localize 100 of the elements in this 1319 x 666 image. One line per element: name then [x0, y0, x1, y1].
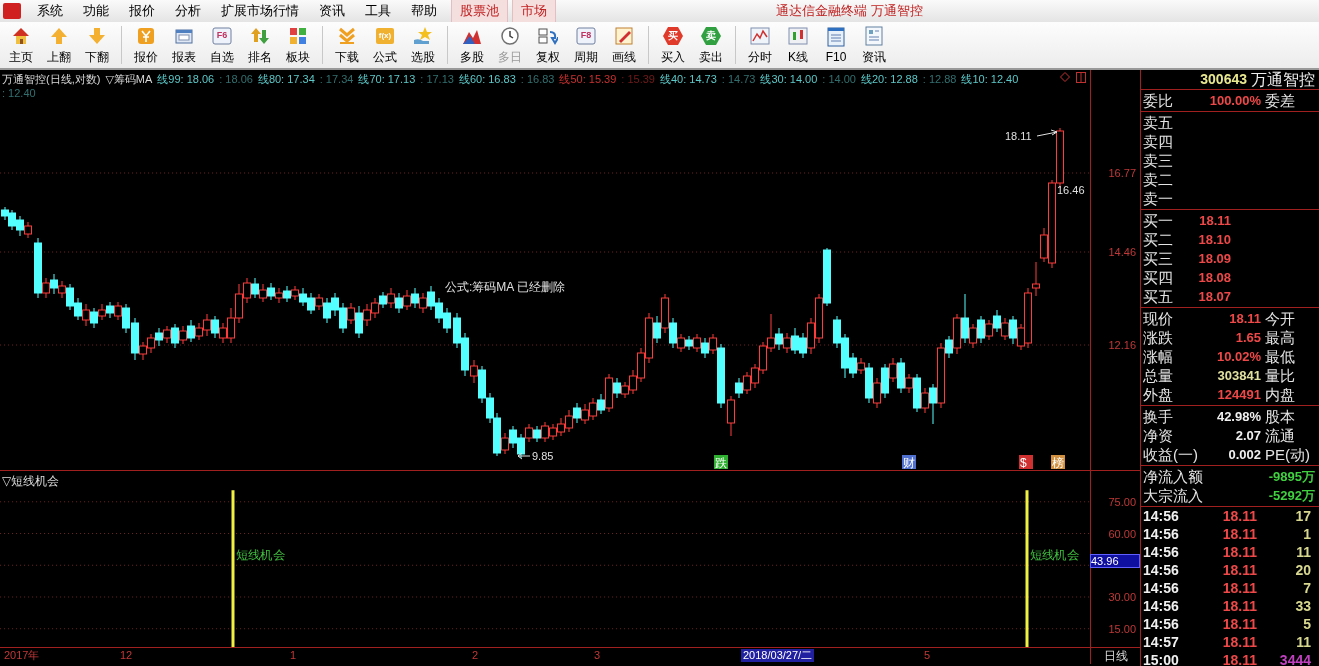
buy-icon: 买: [662, 24, 684, 47]
price-label: 16.46: [1057, 184, 1085, 196]
toolbar-button[interactable]: 下载: [328, 23, 366, 67]
ma-value: 线50: 15.39: [559, 72, 617, 86]
toolbar-button[interactable]: F10: [817, 23, 855, 67]
toolbar-button[interactable]: 报价: [127, 23, 165, 67]
date-label: 5: [923, 649, 932, 662]
window-title: 通达信金融终端 万通智控: [776, 2, 923, 20]
indicator-title[interactable]: ▽短线机会: [2, 473, 60, 490]
tick-time: 15:00: [1143, 651, 1180, 666]
bid-price: 18.10: [1197, 231, 1232, 249]
period-label[interactable]: 日线: [1090, 648, 1140, 664]
bid-label: 买二: [1143, 230, 1174, 249]
tick-price: 18.11: [1221, 507, 1257, 526]
indicator-name[interactable]: ▽筹码MA: [105, 72, 153, 86]
tick-price: 18.11: [1221, 597, 1257, 616]
toolbar-button[interactable]: 分时: [741, 23, 779, 67]
menu-item[interactable]: 工具: [355, 2, 401, 20]
menu-item[interactable]: 系统: [27, 2, 73, 20]
ma-value: : 15.39: [621, 72, 655, 86]
quote-label: 涨跌: [1143, 328, 1174, 347]
ma-value: : 14.73: [721, 72, 756, 86]
date-label: 3: [593, 649, 602, 662]
bid-price: 18.07: [1197, 288, 1232, 306]
stock-code: 300643: [1200, 70, 1247, 89]
ma-value: : 17.13: [420, 72, 454, 86]
key-icon: F6: [211, 24, 233, 47]
toolbar-button[interactable]: 资讯: [855, 23, 893, 67]
news-icon: [863, 24, 885, 47]
axis-label: 12.16: [1108, 339, 1136, 351]
toolbar-button[interactable]: F8 周期: [567, 23, 605, 67]
sell-icon: 卖: [700, 24, 722, 47]
quote-value: 42.98%: [1215, 408, 1262, 426]
axis-label: 15.00: [1108, 623, 1136, 635]
clock-icon: [499, 24, 521, 47]
toolbar-button[interactable]: 报表: [165, 23, 203, 67]
menu-item[interactable]: 帮助: [401, 2, 447, 20]
quote-value: 303841: [1216, 367, 1262, 385]
toolbar-button[interactable]: 卖 卖出: [692, 23, 730, 67]
toolbar-button[interactable]: 画线: [605, 23, 643, 67]
date-label: 1: [289, 649, 298, 662]
tick-price: 18.11: [1221, 633, 1257, 652]
quote-label: 现价: [1143, 309, 1174, 328]
ask-label: 卖二: [1143, 170, 1174, 189]
price-label: 9.85: [532, 450, 554, 462]
tick-time: 14:56: [1143, 561, 1180, 580]
toolbar-button[interactable]: 上翻: [40, 23, 78, 67]
menu-item[interactable]: 报价: [119, 2, 165, 20]
ma-value: : 12.88: [922, 72, 957, 86]
toolbar-button[interactable]: 买 买入: [654, 23, 692, 67]
quote-label: 外盘: [1143, 385, 1174, 404]
tick-time: 14:56: [1143, 525, 1180, 544]
menu-item[interactable]: 功能: [73, 2, 119, 20]
quote-value: 10.02%: [1215, 348, 1262, 366]
date-label: 2017年: [3, 649, 41, 662]
quote-label: 量比: [1265, 366, 1296, 385]
date-label: 12: [119, 649, 134, 662]
tick-volume: 33: [1294, 597, 1312, 616]
toolbar-button[interactable]: 复权: [529, 23, 567, 67]
tick-time: 14:56: [1143, 579, 1180, 598]
ma-value: 线70: 17.13: [358, 72, 416, 86]
ma-value: 线60: 16.83: [458, 72, 516, 86]
toolbar-button[interactable]: K线: [779, 23, 817, 67]
doc-icon: [825, 26, 847, 48]
pencil-icon: [613, 24, 635, 47]
arrow-icon: [517, 452, 531, 460]
ma-value: 线30: 14.00: [760, 72, 818, 86]
date-label: 2018/03/27/二: [741, 649, 815, 662]
date-label: 2: [471, 649, 480, 662]
toolbar-button[interactable]: f(x) 公式: [366, 23, 404, 67]
app-logo-icon: [3, 3, 21, 19]
toolbar-button[interactable]: 下翻: [78, 23, 116, 67]
window-icon[interactable]: [1076, 72, 1086, 83]
quote-label: 收益(一): [1143, 445, 1199, 464]
tick-time: 14:56: [1143, 615, 1180, 634]
menu-item[interactable]: 扩展市场行情: [211, 2, 309, 20]
axis-label: 30.00: [1108, 591, 1136, 603]
quote-label: 委差: [1265, 91, 1296, 110]
quote-label: PE(动): [1265, 445, 1311, 464]
toolbar-button[interactable]: 板块: [279, 23, 317, 67]
bid-price: 18.09: [1197, 250, 1232, 268]
menu-tab[interactable]: 市场: [512, 0, 556, 24]
menu-item[interactable]: 资讯: [309, 2, 355, 20]
menu-item[interactable]: 分析: [165, 2, 211, 20]
toolbar-button[interactable]: F6 自选: [203, 23, 241, 67]
toolbar-button[interactable]: 选股: [404, 23, 442, 67]
toolbar-button[interactable]: 主页: [2, 23, 40, 67]
quote-value: 124491: [1216, 386, 1262, 404]
toolbar-button[interactable]: 多股: [453, 23, 491, 67]
menu-tab[interactable]: 股票池: [451, 0, 508, 24]
event-marker[interactable]: $: [1019, 455, 1033, 470]
quote-value: 0.002: [1227, 446, 1262, 464]
tick-price: 18.11: [1221, 561, 1257, 580]
axis-label: 60.00: [1108, 528, 1136, 540]
ma-value: 线40: 14.73: [659, 72, 717, 86]
arrow-icon: [1036, 129, 1058, 137]
quote-label: 今开: [1265, 309, 1296, 328]
event-marker[interactable]: 财: [902, 455, 916, 470]
toolbar-button[interactable]: 排名: [241, 23, 279, 67]
quote-value: 100.00%: [1208, 92, 1262, 110]
